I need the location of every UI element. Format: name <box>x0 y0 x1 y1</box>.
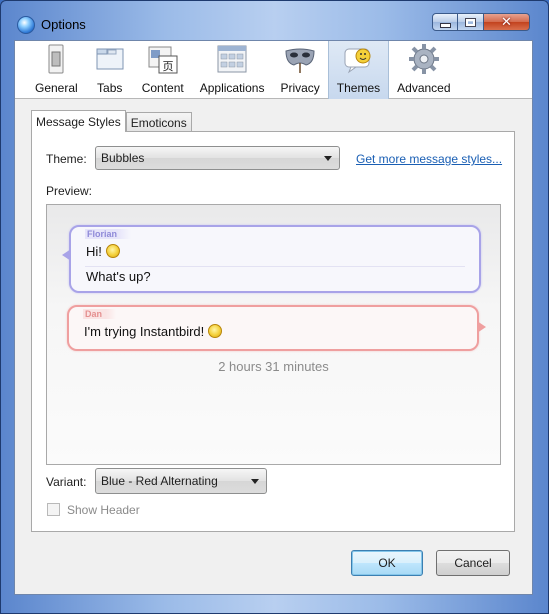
window-title: Options <box>41 17 86 32</box>
pane-applications[interactable]: Applications <box>192 41 273 99</box>
close-button[interactable]: ✕ <box>484 13 530 31</box>
pane-label: Tabs <box>97 81 123 95</box>
show-header-label: Show Header <box>67 503 140 517</box>
chevron-down-icon <box>324 156 332 161</box>
pane-privacy[interactable]: Privacy <box>272 41 327 99</box>
smiley-icon <box>105 244 120 258</box>
variant-select[interactable]: Blue - Red Alternating <box>95 468 267 494</box>
message-text: I'm trying Instantbird! <box>84 324 223 339</box>
maximize-button[interactable] <box>458 13 484 31</box>
cancel-button[interactable]: Cancel <box>436 550 510 576</box>
gear-icon <box>408 44 439 74</box>
time-gap-label: 2 hours 31 minutes <box>218 359 329 374</box>
general-icon <box>48 44 64 74</box>
options-client-area: General Tabs 页 Content Applications Priv… <box>14 40 533 595</box>
maximize-icon <box>465 17 476 27</box>
pane-toolbar: General Tabs 页 Content Applications Priv… <box>15 41 532 99</box>
bubble-tail <box>477 321 486 333</box>
pane-label: Themes <box>336 81 381 95</box>
variant-select-value: Blue - Red Alternating <box>101 474 218 488</box>
app-globe-icon <box>17 16 35 34</box>
privacy-mask-icon <box>285 48 315 73</box>
svg-text:页: 页 <box>162 60 173 73</box>
pane-label: Applications <box>199 81 265 95</box>
ok-button[interactable]: OK <box>351 550 423 576</box>
sender-name: Dan <box>83 309 117 319</box>
message-divider <box>85 266 465 267</box>
tab-emoticons[interactable]: Emoticons <box>125 112 192 132</box>
close-icon: ✕ <box>501 14 512 30</box>
get-more-styles-link[interactable]: Get more message styles... <box>356 152 502 166</box>
message-text: Hi! <box>86 244 120 259</box>
caption-buttons: ✕ <box>432 13 530 33</box>
tab-message-styles[interactable]: Message Styles <box>31 110 126 132</box>
variant-label: Variant: <box>46 475 87 489</box>
tabs-icon <box>96 48 124 70</box>
title-bar[interactable]: Options ✕ <box>1 1 548 41</box>
message-line: Hi! <box>86 244 102 259</box>
sender-name: Florian <box>85 229 132 239</box>
theme-select[interactable]: Bubbles <box>95 146 340 170</box>
theme-label: Theme: <box>46 152 87 166</box>
pane-themes[interactable]: Themes <box>327 41 390 99</box>
message-line: What's up? <box>86 269 151 284</box>
content-icon: 页 <box>148 46 178 74</box>
tab-strip: Message Styles Emoticons <box>31 110 192 132</box>
chevron-down-icon <box>251 479 259 484</box>
pane-label: Privacy <box>280 81 320 95</box>
pane-content[interactable]: 页 Content <box>134 41 192 99</box>
pane-label: Content <box>141 81 184 95</box>
pane-advanced[interactable]: Advanced <box>389 41 458 99</box>
message-bubble-outgoing: Dan I'm trying Instantbird! <box>67 305 486 351</box>
minimize-icon <box>439 22 451 28</box>
preview-label: Preview: <box>46 184 93 198</box>
bubble-tail <box>62 249 71 261</box>
message-bubble-incoming: Florian Hi! What's up? <box>62 225 481 293</box>
minimize-button[interactable] <box>432 13 458 31</box>
themes-icon <box>344 48 371 74</box>
theme-select-value: Bubbles <box>101 151 145 165</box>
pane-tabs[interactable]: Tabs <box>86 41 134 99</box>
message-line: I'm trying Instantbird! <box>84 324 205 339</box>
show-header-checkbox[interactable] <box>47 503 60 516</box>
pane-label: General <box>35 81 78 95</box>
pane-general[interactable]: General <box>27 41 86 99</box>
applications-icon <box>217 45 247 73</box>
smiley-icon <box>208 324 223 338</box>
pane-label: Advanced <box>397 81 451 95</box>
message-preview: Florian Hi! What's up? Dan I'm trying In… <box>46 204 501 465</box>
